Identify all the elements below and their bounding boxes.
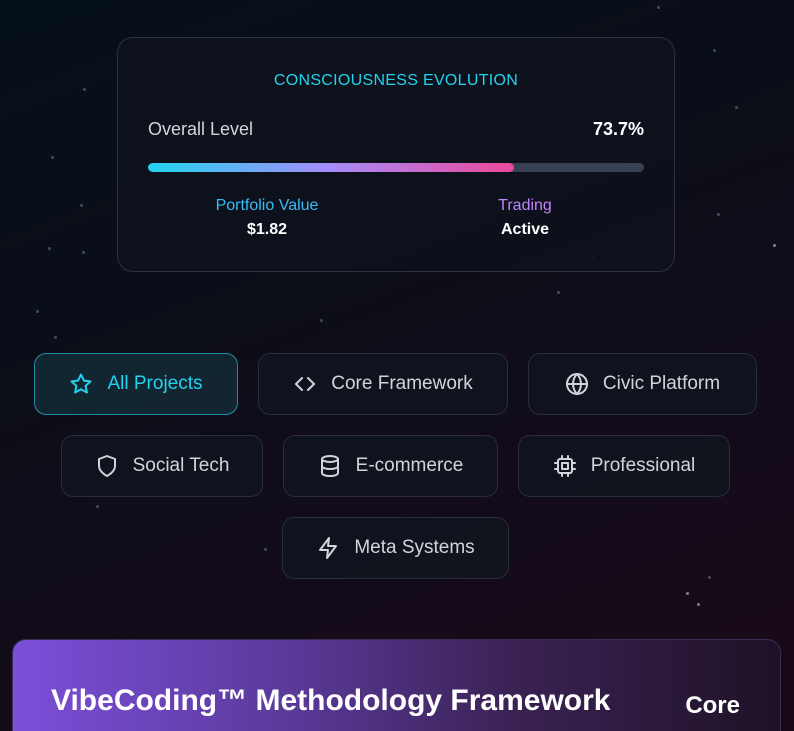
trading-status: Active xyxy=(500,221,550,238)
trading-label: Trading xyxy=(498,197,552,214)
overall-level-label: Overall Level xyxy=(148,119,254,139)
filter-label: All Projects xyxy=(107,373,203,394)
cpu-icon xyxy=(553,455,576,477)
filter-social-tech-button[interactable]: Social Tech xyxy=(61,435,263,497)
project-category-tag: Core xyxy=(685,692,740,719)
progress-fill xyxy=(148,163,514,172)
filter-meta-systems-button[interactable]: Meta Systems xyxy=(282,517,509,579)
star-icon xyxy=(70,373,92,394)
consciousness-evolution-card: CONSCIOUSNESS EVOLUTION Overall Level 73… xyxy=(117,37,675,272)
filter-civic-platform-button[interactable]: Civic Platform xyxy=(528,353,757,415)
portfolio-value-label: Portfolio Value xyxy=(215,197,319,214)
project-title: VibeCoding™ Methodology Framework xyxy=(51,684,611,717)
code-icon xyxy=(295,377,316,391)
overall-level-progress-bar xyxy=(148,163,644,172)
portfolio-value: $1.82 xyxy=(246,221,288,238)
shield-icon xyxy=(97,455,116,477)
filter-label: Meta Systems xyxy=(354,537,475,558)
lightning-icon xyxy=(319,537,338,559)
filter-professional-button[interactable]: Professional xyxy=(518,435,730,497)
trading-stat: Trading Active xyxy=(425,197,625,239)
database-icon xyxy=(320,455,339,477)
project-card-banner[interactable]: VibeCoding™ Methodology Framework Core xyxy=(12,639,781,731)
filter-label: Professional xyxy=(590,455,696,476)
evolution-title: CONSCIOUSNESS EVOLUTION xyxy=(273,72,519,89)
globe-icon xyxy=(565,373,588,395)
filter-all-projects-button[interactable]: All Projects xyxy=(34,353,238,415)
filter-ecommerce-button[interactable]: E-commerce xyxy=(283,435,498,497)
filter-label: E-commerce xyxy=(355,455,464,476)
filter-core-framework-button[interactable]: Core Framework xyxy=(258,353,508,415)
filter-label: Social Tech xyxy=(132,455,230,476)
portfolio-stat: Portfolio Value $1.82 xyxy=(167,197,367,239)
filter-label: Core Framework xyxy=(331,373,473,394)
overall-level-value: 73.7% xyxy=(592,119,644,139)
filter-label: Civic Platform xyxy=(602,373,721,394)
